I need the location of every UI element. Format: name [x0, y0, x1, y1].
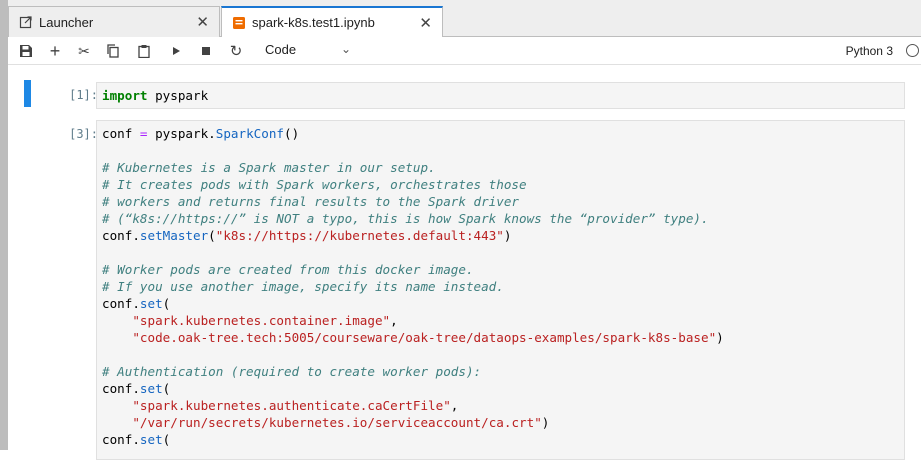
- code-token: "/var/run/secrets/kubernetes.io/servicea…: [132, 415, 542, 430]
- notebook-panel: [1]: import pyspark [3]: conf = pyspark.…: [8, 66, 921, 460]
- code-line: # (“k8s://https://” is NOT a typo, this …: [97, 210, 904, 227]
- code-token: # workers and returns final results to t…: [102, 194, 520, 209]
- close-icon[interactable]: ✕: [196, 13, 209, 31]
- code-token: "k8s://https://kubernetes.default:443": [215, 228, 504, 243]
- code-token: setMaster: [139, 228, 209, 243]
- code-token: (: [162, 296, 171, 311]
- code-token: SparkConf: [215, 126, 285, 141]
- code-token: # If you use another image, specify its …: [102, 279, 504, 294]
- code-token: pyspark: [147, 88, 209, 103]
- code-line: conf = pyspark.SparkConf(): [97, 125, 904, 142]
- code-line: # If you use another image, specify its …: [97, 278, 904, 295]
- chevron-down-icon[interactable]: ⌄: [341, 42, 351, 56]
- code-token: (: [162, 381, 171, 396]
- code-token: ,: [450, 398, 459, 413]
- code-token: conf.: [102, 381, 140, 396]
- restart-icon[interactable]: ↻: [226, 41, 246, 61]
- cell-type-select[interactable]: Code: [265, 42, 296, 57]
- tab-bar: Launcher ✕ spark-k8s.test1.ipynb ✕: [8, 0, 921, 38]
- code-token: # Authentication (required to create wor…: [102, 364, 482, 379]
- code-line: "spark.kubernetes.container.image",: [97, 312, 904, 329]
- code-token: (: [208, 228, 216, 243]
- code-token: conf.: [102, 432, 140, 447]
- tab-notebook-label: spark-k8s.test1.ipynb: [252, 15, 375, 30]
- code-token: ,: [390, 313, 398, 328]
- cell-prompt: [3]:: [69, 127, 98, 141]
- code-token: pyspark.: [147, 126, 216, 141]
- add-cell-icon[interactable]: +: [45, 41, 65, 61]
- code-token: (): [284, 126, 300, 141]
- code-token: # Kubernetes is a Spark master in our se…: [102, 160, 436, 175]
- code-token: set: [139, 296, 163, 311]
- paste-icon[interactable]: [134, 41, 154, 61]
- tab-notebook[interactable]: spark-k8s.test1.ipynb ✕: [221, 6, 443, 38]
- code-token: "code.oak-tree.tech:5005/courseware/oak-…: [132, 330, 717, 345]
- code-token: set: [139, 381, 163, 396]
- launcher-icon: [19, 16, 32, 29]
- code-line: # workers and returns final results to t…: [97, 193, 904, 210]
- code-line: "/var/run/secrets/kubernetes.io/servicea…: [97, 414, 904, 431]
- code-line: # Kubernetes is a Spark master in our se…: [97, 159, 904, 176]
- code-cell-editor[interactable]: conf = pyspark.SparkConf() # Kubernetes …: [96, 120, 905, 460]
- code-token: (: [162, 432, 171, 447]
- code-line: conf.set(: [97, 295, 904, 312]
- kernel-name[interactable]: Python 3: [846, 44, 893, 58]
- code-token: ): [541, 415, 550, 430]
- notebook-icon: [233, 16, 245, 29]
- code-line: "spark.kubernetes.authenticate.caCertFil…: [97, 397, 904, 414]
- code-line: conf.set(: [97, 431, 904, 448]
- code-line: # It creates pods with Spark workers, or…: [97, 176, 904, 193]
- code-token: "spark.kubernetes.container.image": [132, 313, 391, 328]
- cell-prompt: [1]:: [69, 88, 98, 102]
- copy-icon[interactable]: [103, 41, 123, 61]
- code-token: conf.: [102, 228, 140, 243]
- code-line: conf.setMaster("k8s://https://kubernetes…: [97, 227, 904, 244]
- code-line: # Worker pods are created from this dock…: [97, 261, 904, 278]
- code-token: =: [139, 126, 148, 141]
- run-icon[interactable]: [166, 41, 186, 61]
- code-token: # (“k8s://https://” is NOT a typo, this …: [102, 211, 709, 226]
- code-line: import pyspark: [97, 87, 904, 104]
- cut-icon[interactable]: ✂: [74, 41, 94, 61]
- save-icon[interactable]: [16, 41, 36, 61]
- notebook-toolbar: + ✂ ↻ Code ⌄ Python 3: [8, 37, 921, 65]
- code-token: "spark.kubernetes.authenticate.caCertFil…: [132, 398, 451, 413]
- tab-launcher[interactable]: Launcher ✕: [8, 6, 220, 37]
- kernel-status-icon: [906, 44, 919, 57]
- code-cell-editor[interactable]: import pyspark: [96, 82, 905, 109]
- close-icon[interactable]: ✕: [419, 14, 432, 32]
- code-token: # Worker pods are created from this dock…: [102, 262, 474, 277]
- code-line: # Authentication (required to create wor…: [97, 363, 904, 380]
- active-cell-indicator[interactable]: [24, 80, 31, 107]
- code-token: conf: [102, 126, 140, 141]
- code-token: import: [102, 88, 148, 103]
- stop-icon[interactable]: [196, 41, 216, 61]
- code-token: ): [503, 228, 512, 243]
- code-token: conf.: [102, 296, 140, 311]
- code-token: # It creates pods with Spark workers, or…: [102, 177, 527, 192]
- code-token: set: [139, 432, 163, 447]
- left-sidebar-strip: [0, 0, 8, 450]
- code-line: "code.oak-tree.tech:5005/courseware/oak-…: [97, 329, 904, 346]
- code-line: conf.set(: [97, 380, 904, 397]
- code-token: ): [716, 330, 724, 345]
- tab-launcher-label: Launcher: [39, 14, 94, 30]
